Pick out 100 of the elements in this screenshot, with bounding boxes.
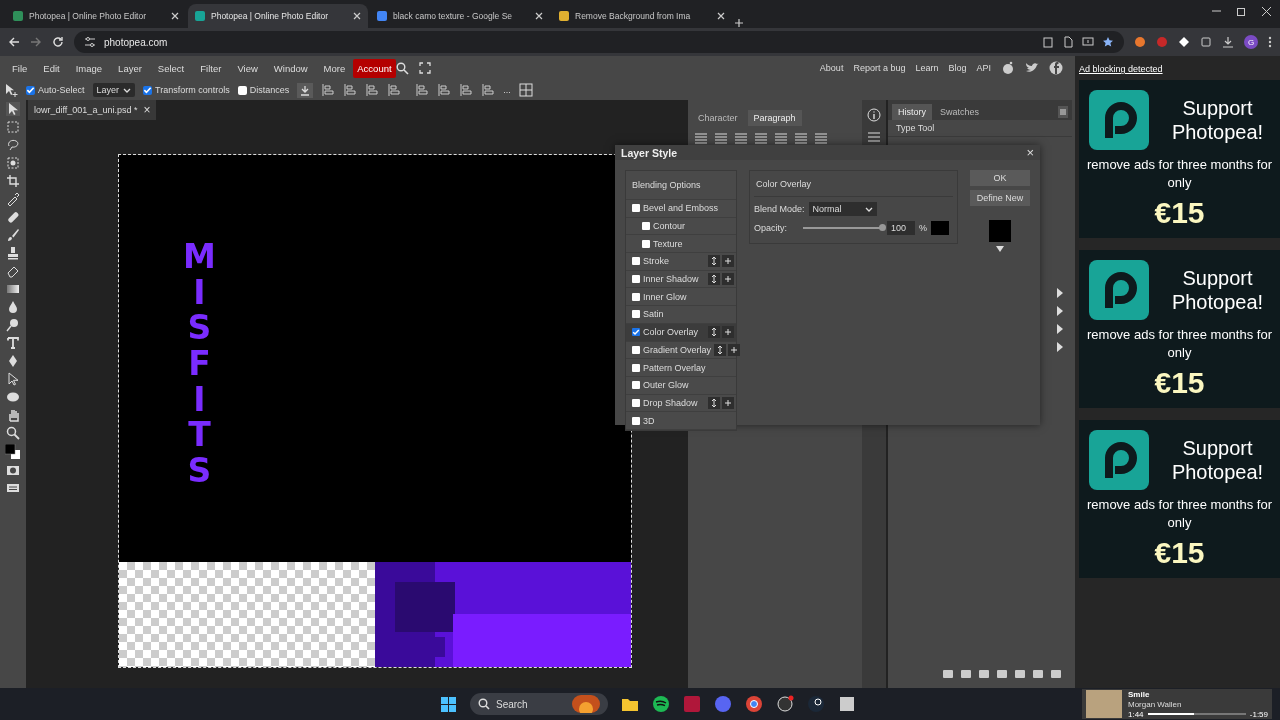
pen-icon[interactable] bbox=[6, 354, 20, 368]
menu-item[interactable]: Filter bbox=[192, 59, 230, 77]
new-tab-icon[interactable] bbox=[734, 18, 744, 28]
menu-icon[interactable] bbox=[1268, 36, 1272, 48]
nav-link[interactable]: Learn bbox=[915, 63, 939, 73]
close-button[interactable]: × bbox=[1026, 145, 1034, 160]
browser-tab[interactable]: Photopea | Online Photo Editor bbox=[6, 4, 186, 28]
checkbox[interactable] bbox=[632, 381, 640, 390]
menu-item[interactable]: Edit bbox=[35, 59, 68, 77]
paragraph-align-icon[interactable] bbox=[774, 132, 788, 145]
fullscreen-icon[interactable] bbox=[418, 62, 431, 74]
menu-item[interactable]: Layer bbox=[110, 59, 150, 77]
menu-item[interactable]: File bbox=[4, 59, 36, 77]
reorder-icon[interactable] bbox=[708, 255, 720, 268]
app-icon[interactable] bbox=[807, 695, 825, 713]
expand-arrow-icon[interactable] bbox=[1054, 323, 1064, 335]
menu-item[interactable]: Image bbox=[67, 59, 111, 77]
align-icon[interactable] bbox=[321, 83, 336, 97]
nav-link[interactable]: Blog bbox=[948, 63, 967, 73]
browser-tab[interactable]: Photopea | Online Photo Editor bbox=[188, 4, 368, 28]
checkbox[interactable] bbox=[642, 239, 650, 248]
menu-item[interactable]: Select bbox=[149, 59, 193, 77]
add-icon[interactable] bbox=[722, 396, 734, 409]
media-widget[interactable]: Smile Morgan Wallen 1:44 -1:59 bbox=[1082, 689, 1272, 719]
app-icon[interactable] bbox=[838, 695, 856, 713]
add-icon[interactable] bbox=[722, 326, 734, 339]
move-tool-icon[interactable] bbox=[6, 102, 20, 116]
restore-icon[interactable] bbox=[1236, 5, 1247, 17]
path-select-icon[interactable] bbox=[6, 372, 20, 386]
expand-arrow-icon[interactable] bbox=[1054, 287, 1064, 299]
menu-item[interactable]: Window bbox=[265, 59, 316, 77]
dialog-button[interactable]: OK bbox=[970, 170, 1030, 186]
expand-arrow-icon[interactable] bbox=[1054, 341, 1064, 353]
reorder-icon[interactable] bbox=[708, 326, 720, 339]
brush-icon[interactable] bbox=[6, 228, 20, 242]
target-dropdown[interactable]: Layer bbox=[92, 83, 136, 97]
zoom-icon[interactable] bbox=[6, 426, 20, 440]
checkbox[interactable] bbox=[642, 222, 650, 231]
checkbox[interactable] bbox=[632, 398, 640, 407]
stamp-icon[interactable] bbox=[6, 246, 20, 260]
align-icon[interactable] bbox=[387, 83, 402, 97]
dialog-button[interactable]: Define New bbox=[970, 190, 1030, 206]
paragraph-align-icon[interactable] bbox=[694, 132, 708, 145]
checkbox[interactable] bbox=[237, 85, 247, 95]
taskbar-search[interactable]: Search bbox=[470, 693, 608, 715]
start-icon[interactable] bbox=[440, 695, 457, 713]
panel-tab[interactable]: Character bbox=[692, 110, 744, 126]
opacity-field[interactable]: 100 bbox=[887, 221, 915, 235]
gradient-icon[interactable] bbox=[6, 282, 20, 296]
paragraph-align-icon[interactable] bbox=[814, 132, 828, 145]
quick-select-icon[interactable] bbox=[6, 156, 20, 170]
color-swatches-icon[interactable] bbox=[5, 444, 21, 460]
drop-icon[interactable] bbox=[6, 300, 20, 314]
panel-tab[interactable]: Paragraph bbox=[747, 110, 802, 126]
paragraph-align-icon[interactable] bbox=[794, 132, 808, 145]
align-icon[interactable] bbox=[365, 83, 380, 97]
app-icon[interactable] bbox=[652, 695, 670, 713]
checkbox[interactable] bbox=[26, 85, 35, 95]
checkbox[interactable] bbox=[632, 257, 640, 266]
align-icon[interactable] bbox=[343, 83, 358, 97]
checkbox[interactable] bbox=[632, 363, 640, 372]
nav-link[interactable]: Report a bug bbox=[853, 63, 906, 73]
distribute-icon[interactable] bbox=[415, 83, 430, 97]
paragraph-align-icon[interactable] bbox=[754, 132, 768, 145]
download-icon[interactable] bbox=[1222, 36, 1234, 48]
panel-tab[interactable]: Swatches bbox=[934, 104, 986, 120]
text-tool-icon[interactable] bbox=[6, 336, 20, 350]
paragraph-align-icon[interactable] bbox=[734, 132, 748, 145]
f-circle-icon[interactable] bbox=[1049, 61, 1063, 75]
close-icon[interactable] bbox=[534, 11, 544, 21]
app-icon[interactable] bbox=[776, 695, 794, 713]
install-icon[interactable] bbox=[1082, 36, 1094, 48]
bird-icon[interactable] bbox=[1025, 61, 1039, 75]
ad-notice-link[interactable]: Ad blocking detected bbox=[1079, 64, 1280, 74]
url-text[interactable]: photopea.com bbox=[104, 36, 168, 48]
history-item[interactable]: Type Tool bbox=[888, 120, 1072, 137]
ad-card[interactable]: Support Photopea! remove ads for three months for only €15 bbox=[1079, 250, 1280, 408]
add-icon[interactable] bbox=[722, 273, 734, 286]
style-list-item[interactable]: Stroke bbox=[626, 253, 736, 271]
nav-link[interactable]: About bbox=[819, 63, 844, 73]
bookmark-star-icon[interactable] bbox=[1102, 36, 1114, 48]
panel-tab[interactable]: History bbox=[892, 104, 932, 120]
distribute-icon[interactable] bbox=[437, 83, 452, 97]
page-icon[interactable] bbox=[1062, 36, 1074, 48]
diamond-icon[interactable] bbox=[1178, 36, 1190, 48]
checkbox[interactable] bbox=[632, 275, 640, 284]
ad-card[interactable]: Support Photopea! remove ads for three months for only €15 bbox=[1079, 420, 1280, 578]
paragraph-align-icon[interactable] bbox=[714, 132, 728, 145]
checkbox[interactable] bbox=[632, 204, 640, 213]
browser-icon[interactable] bbox=[745, 695, 763, 713]
distribute-icon[interactable] bbox=[459, 83, 474, 97]
dodge-icon[interactable] bbox=[6, 318, 20, 332]
profile-avatar[interactable]: G bbox=[1244, 35, 1258, 49]
lasso-icon[interactable] bbox=[6, 138, 20, 152]
reload-icon[interactable] bbox=[52, 36, 64, 48]
nav-link[interactable]: API bbox=[976, 63, 991, 73]
more-button[interactable]: ... bbox=[503, 85, 511, 95]
adjustments-icon[interactable] bbox=[867, 130, 881, 144]
reorder-icon[interactable] bbox=[714, 343, 727, 356]
checkbox[interactable] bbox=[632, 345, 640, 354]
